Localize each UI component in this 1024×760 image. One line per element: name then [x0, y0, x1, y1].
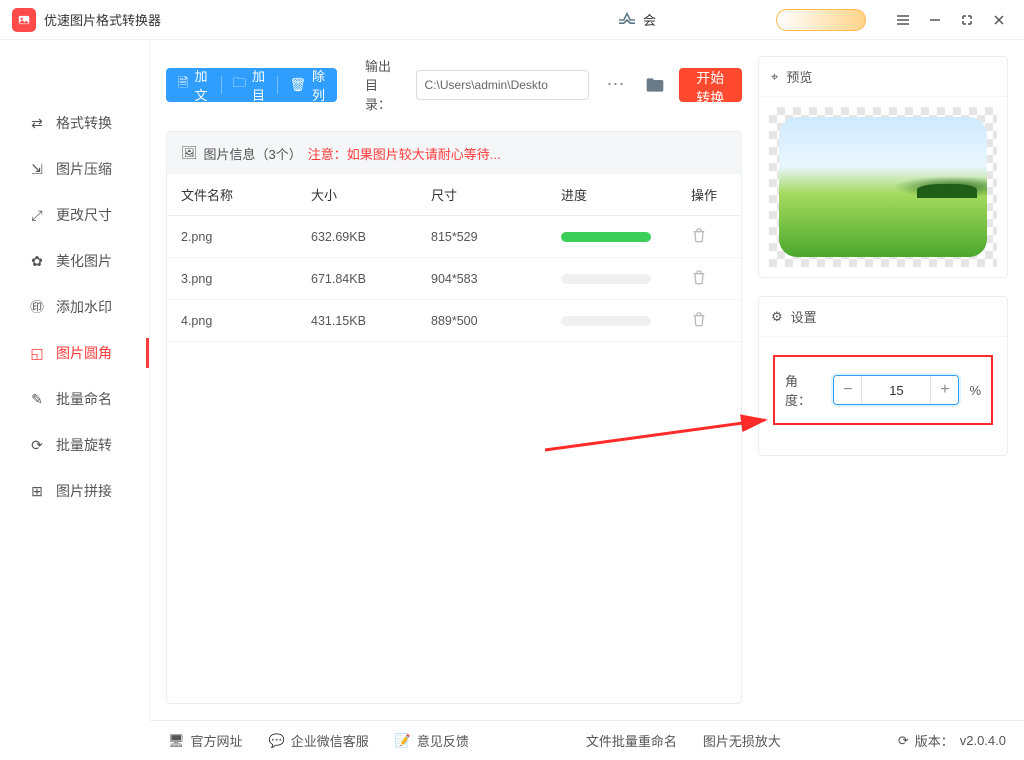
add-file-button[interactable]: 🗎添加文件	[166, 68, 221, 102]
add-buttons: 🗎添加文件 🗀添加目录 🗑清除列表	[166, 68, 337, 102]
panel-warning: 注意：如果图片较大请耐心等待...	[308, 144, 501, 163]
cell-size: 431.15KB	[311, 314, 431, 328]
percent-label: %	[969, 383, 981, 398]
site-icon: 🖥	[168, 733, 185, 749]
settings-panel: ⚙ 设置 角度： − + %	[758, 296, 1008, 456]
cell-size: 632.69KB	[311, 230, 431, 244]
folder-icon: 🗀	[233, 74, 246, 96]
app-logo	[12, 8, 36, 32]
cell-name: 2.png	[181, 230, 311, 244]
beautify-icon: ✿	[28, 253, 46, 270]
toolbar: 🗎添加文件 🗀添加目录 🗑清除列表 输出目录： ⋯ 开始转换	[166, 56, 742, 113]
corner-icon: ◱	[28, 345, 46, 362]
gear-icon: ⚙	[771, 309, 783, 325]
stitch-icon: ⊞	[28, 483, 46, 500]
file-icon: 🗎	[178, 74, 188, 96]
menu-icon[interactable]	[890, 7, 916, 33]
clear-list-button[interactable]: 🗑清除列表	[278, 68, 338, 102]
membership-indicator[interactable]: 会	[617, 10, 656, 29]
cell-progress	[561, 274, 681, 284]
delete-row-button[interactable]	[691, 232, 707, 246]
start-convert-button[interactable]: 开始转换	[679, 68, 742, 102]
sidebar-item-watermark[interactable]: ㊞添加水印	[0, 284, 149, 330]
footer: 🖥官方网址 💬企业微信客服 📝意见反馈 文件批量重命名 图片无损放大 ⟳版本：v…	[150, 720, 1024, 760]
watermark-icon: ㊞	[28, 297, 46, 317]
angle-input[interactable]	[861, 376, 931, 404]
footer-rename[interactable]: 文件批量重命名	[586, 731, 677, 750]
cell-name: 3.png	[181, 272, 311, 286]
table-row: 4.png 431.15KB 889*500	[167, 300, 741, 342]
preview-image	[779, 117, 987, 257]
footer-site[interactable]: 🖥官方网址	[168, 731, 243, 750]
cell-dim: 889*500	[431, 314, 561, 328]
delete-row-button[interactable]	[691, 274, 707, 288]
convert-icon: ⇄	[28, 115, 46, 132]
output-path-input[interactable]	[416, 70, 589, 100]
sidebar-item-resize[interactable]: ⤢更改尺寸	[0, 192, 149, 238]
account-pill[interactable]	[776, 9, 866, 31]
settings-title: 设置	[791, 307, 817, 326]
th-op: 操作	[681, 185, 727, 204]
sidebar-item-rotate[interactable]: ⟳批量旋转	[0, 422, 149, 468]
titlebar: 优速图片格式转换器 会	[0, 0, 1024, 40]
footer-feedback[interactable]: 📝意见反馈	[395, 731, 469, 750]
maximize-button[interactable]	[954, 7, 980, 33]
sidebar: ⇄格式转换 ⇲图片压缩 ⤢更改尺寸 ✿美化图片 ㊞添加水印 ◱图片圆角 ✎批量命…	[0, 40, 150, 720]
rotate-icon: ⟳	[28, 437, 46, 454]
angle-increase-button[interactable]: +	[931, 376, 958, 404]
angle-setting-highlight: 角度： − + %	[773, 355, 993, 425]
angle-decrease-button[interactable]: −	[834, 376, 861, 404]
minimize-button[interactable]	[922, 7, 948, 33]
cell-dim: 815*529	[431, 230, 561, 244]
image-icon: 🖼	[181, 145, 198, 161]
sidebar-item-round-corner[interactable]: ◱图片圆角	[0, 330, 149, 376]
main-area: 🗎添加文件 🗀添加目录 🗑清除列表 输出目录： ⋯ 开始转换 🖼 图片信息（3个…	[150, 40, 1024, 720]
membership-label: 会	[643, 10, 656, 29]
footer-enlarge[interactable]: 图片无损放大	[703, 731, 781, 750]
footer-wechat[interactable]: 💬企业微信客服	[269, 731, 369, 750]
th-size: 大小	[311, 185, 431, 204]
sidebar-item-stitch[interactable]: ⊞图片拼接	[0, 468, 149, 514]
add-dir-button[interactable]: 🗀添加目录	[221, 68, 277, 102]
preview-title: 预览	[786, 67, 812, 86]
open-folder-button[interactable]	[645, 71, 665, 99]
compress-icon: ⇲	[28, 161, 46, 178]
cell-dim: 904*583	[431, 272, 561, 286]
cell-size: 671.84KB	[311, 272, 431, 286]
feedback-icon: 📝	[395, 733, 411, 749]
rename-icon: ✎	[28, 391, 46, 408]
wechat-icon: 💬	[269, 733, 285, 749]
sidebar-item-beautify[interactable]: ✿美化图片	[0, 238, 149, 284]
cell-progress	[561, 316, 681, 326]
sidebar-item-format[interactable]: ⇄格式转换	[0, 100, 149, 146]
angle-label: 角度：	[785, 371, 823, 409]
th-dim: 尺寸	[431, 185, 561, 204]
file-panel: 🖼 图片信息（3个） 注意：如果图片较大请耐心等待... 文件名称 大小 尺寸 …	[166, 131, 742, 704]
preview-panel: ⌖ 预览	[758, 56, 1008, 278]
browse-button[interactable]: ⋯	[603, 74, 631, 95]
cell-progress	[561, 232, 681, 242]
cell-name: 4.png	[181, 314, 311, 328]
table-row: 2.png 632.69KB 815*529	[167, 216, 741, 258]
angle-stepper: − +	[833, 375, 959, 405]
panel-header: 🖼 图片信息（3个） 注意：如果图片较大请耐心等待...	[167, 132, 741, 174]
table-row: 3.png 671.84KB 904*583	[167, 258, 741, 300]
refresh-icon[interactable]: ⟳	[898, 733, 909, 749]
footer-version: ⟳版本：v2.0.4.0	[898, 731, 1006, 750]
table-header: 文件名称 大小 尺寸 进度 操作	[167, 174, 741, 216]
preview-checker	[769, 107, 997, 267]
th-prog: 进度	[561, 185, 681, 204]
panel-info: 图片信息（3个）	[204, 144, 302, 163]
preview-icon: ⌖	[771, 69, 778, 85]
resize-icon: ⤢	[28, 207, 46, 224]
sidebar-item-rename[interactable]: ✎批量命名	[0, 376, 149, 422]
output-label: 输出目录：	[365, 56, 402, 113]
th-name: 文件名称	[181, 185, 311, 204]
sidebar-item-compress[interactable]: ⇲图片压缩	[0, 146, 149, 192]
delete-row-button[interactable]	[691, 316, 707, 330]
app-title: 优速图片格式转换器	[44, 10, 161, 29]
close-button[interactable]	[986, 7, 1012, 33]
trash-icon: 🗑	[290, 77, 307, 93]
